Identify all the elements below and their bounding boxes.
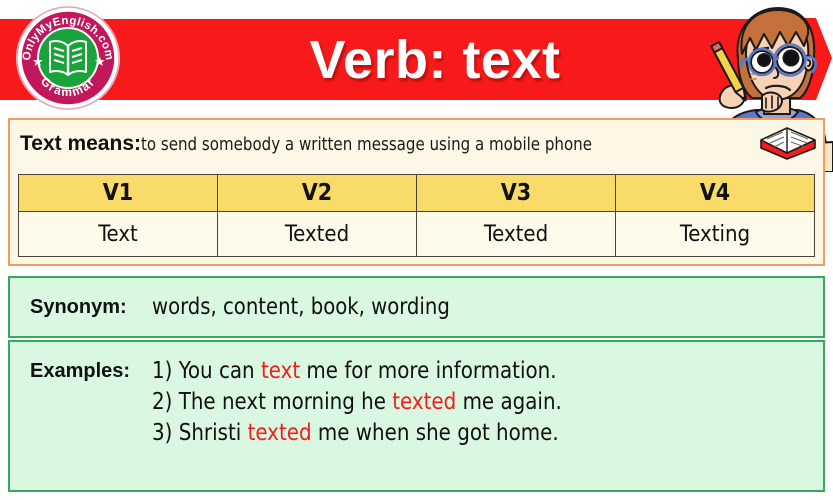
open-book-icon [759, 126, 817, 160]
table-cell-v4: Texting [615, 211, 815, 257]
verb-forms-table: V1 V2 V3 V4 Text Texted Texted Texting [18, 174, 815, 257]
examples-panel: Examples: 1) You can text me for more in… [8, 340, 825, 492]
example-text-before: The next morning he [178, 389, 393, 415]
table-header-v1: V1 [18, 174, 218, 212]
example-text-after: me for more information. [300, 358, 557, 384]
table-cell-v1: Text [18, 211, 218, 257]
definition-text: to send somebody a written message using… [141, 134, 593, 155]
list-item: 1) You can text me for more information. [152, 358, 562, 384]
definition-row: Text means: to send somebody a written m… [20, 132, 720, 162]
examples-label: Examples: [30, 360, 131, 382]
example-text-before: Shristi [178, 420, 248, 446]
page-title: Verb: text [309, 29, 561, 90]
example-highlight: text [260, 358, 301, 384]
examples-list: 1) You can text me for more information.… [152, 358, 579, 446]
synonym-label: Synonym: [30, 295, 127, 318]
table-cell-v3: Texted [416, 211, 616, 257]
page-header: Verb: text OnlyMyEnglish.com Grammar ★ ★ [0, 0, 833, 172]
synonym-panel: Synonym: words, content, book, wording [8, 276, 825, 338]
example-text-after: me when she got home. [311, 420, 559, 446]
table-header-v2: V2 [217, 174, 417, 212]
example-highlight: texted [247, 420, 312, 446]
example-number: 3) [152, 420, 173, 446]
table-cell-v2: Texted [217, 211, 417, 257]
list-item: 2) The next morning he texted me again. [152, 389, 562, 415]
table-header-v3: V3 [416, 174, 616, 212]
definition-label: Text means: [20, 132, 141, 155]
example-number: 1) [152, 358, 173, 384]
example-text-after: me again. [456, 389, 562, 415]
svg-text:★: ★ [94, 55, 106, 70]
definition-card: Text means: to send somebody a written m… [8, 118, 825, 266]
site-logo[interactable]: OnlyMyEnglish.com Grammar ★ ★ [14, 4, 122, 112]
list-item: 3) Shristi texted me when she got home. [152, 420, 562, 446]
example-text-before: You can [178, 358, 261, 384]
synonym-value: words, content, book, wording [152, 294, 450, 320]
table-header-row: V1 V2 V3 V4 [18, 174, 815, 212]
table-header-v4: V4 [615, 174, 815, 212]
table-row: Text Texted Texted Texting [18, 211, 815, 257]
example-number: 2) [152, 389, 173, 415]
example-highlight: texted [392, 389, 457, 415]
svg-text:★: ★ [32, 55, 44, 70]
